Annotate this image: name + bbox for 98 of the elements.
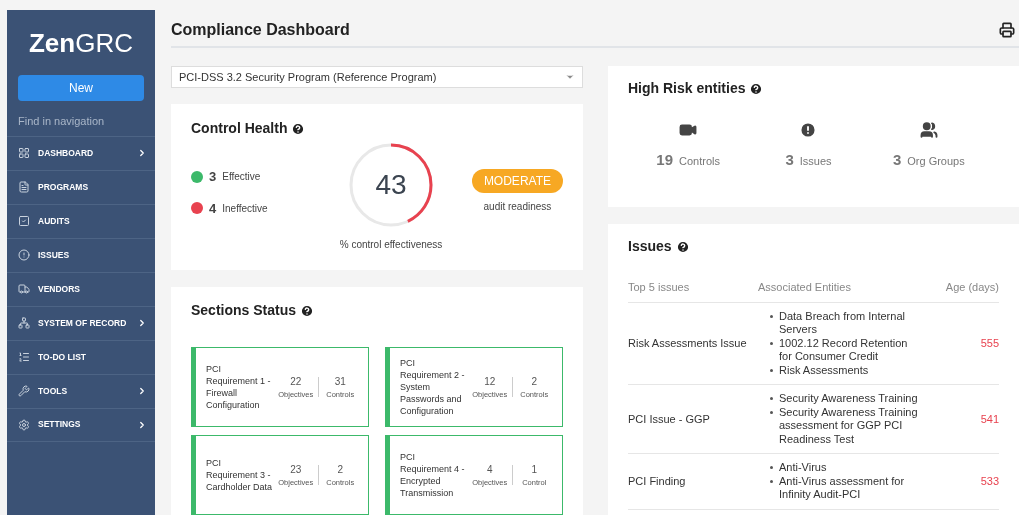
checkbox-icon [18, 215, 30, 227]
chevron-icon [137, 386, 147, 396]
wrench-icon [18, 385, 30, 397]
nav-item[interactable]: TOOLS [7, 373, 155, 408]
associated-entity: Data Breach from Internal Servers [779, 309, 906, 337]
issue-name: PCI Finding [628, 453, 758, 509]
associated-entity: Security Awareness Training assessment for GGP PCI Readiness Test [779, 405, 919, 446]
column-header: Associated Entities [758, 279, 940, 302]
associated-entity: Anti-Virus assessment for Infinity Audit-PCI [779, 474, 906, 502]
nav-item[interactable]: PROGRAMS [7, 169, 155, 204]
help-icon[interactable] [291, 121, 306, 136]
associated-entity: Risk Assessments [779, 363, 870, 377]
entity-label: Issues [799, 154, 832, 169]
exclamation-icon [18, 249, 30, 261]
controls-count: 2 [337, 462, 344, 477]
issue-name: Risk Assessments Issue [628, 302, 758, 385]
nav-label: SYSTEM OF RECORD [38, 316, 128, 330]
list-icon [18, 351, 30, 363]
column-header: Age (days) [939, 279, 999, 302]
nav-label: SETTINGS [38, 418, 82, 431]
nav-item[interactable]: AUDITS [7, 203, 155, 238]
entity-label: Org Groups [907, 154, 965, 169]
page-title: Compliance Dashboard [171, 20, 350, 40]
nav-item[interactable]: SYSTEM OF RECORD [7, 305, 155, 340]
card-title: High Risk entities [628, 79, 746, 98]
hierarchy-icon [18, 317, 30, 329]
grid-icon [18, 147, 30, 159]
section-name: PCI Requirement 3 - Cardholder Data [206, 457, 274, 493]
column-header: Top 5 issues [628, 279, 758, 302]
new-button[interactable]: New [18, 75, 144, 101]
objectives-count: 4 [486, 462, 493, 477]
issue-age: 555 [939, 302, 999, 385]
bullet-icon [770, 314, 773, 318]
nav-label: PROGRAMS [38, 180, 90, 194]
legend-count: 4 [209, 199, 217, 218]
readiness-badge: MODERATE [471, 169, 563, 193]
nav-item[interactable]: DASHBOARD [7, 135, 155, 170]
controls-count: 31 [334, 374, 346, 389]
gauge-value: 43 [375, 171, 407, 199]
card-title: Sections Status [191, 301, 297, 320]
bullet-icon [770, 368, 773, 372]
settings-icon [18, 418, 30, 431]
legend-count: 3 [209, 168, 217, 186]
nav-label: AUDITS [38, 214, 71, 228]
logo: ZenGRC [28, 27, 134, 60]
nav-label: TOOLS [38, 384, 69, 398]
bullet-icon [770, 410, 773, 414]
program-name: PCI-DSS 3.2 Security Program (Reference Program) [179, 69, 438, 85]
nav-item[interactable]: TO-DO LIST [7, 339, 155, 374]
bullet-icon [770, 397, 773, 400]
chevron-icon [137, 318, 147, 328]
bullet-icon [770, 341, 773, 345]
card-title: Issues [628, 237, 672, 256]
exclamation-icon [799, 121, 818, 139]
nav-label: ISSUES [38, 248, 71, 262]
legend-label: Ineffective [222, 201, 268, 216]
associated-entity: Anti-Virus [779, 461, 828, 475]
people-icon [919, 121, 938, 139]
entity-count: 19 [656, 150, 673, 170]
nav-label: VENDORS [38, 282, 82, 296]
controls-count: 1 [531, 462, 538, 477]
objectives-count: 12 [484, 374, 496, 389]
program-dropdown[interactable]: PCI-DSS 3.2 Security Program (Reference Program) [171, 66, 583, 88]
chevron-icon [137, 419, 147, 430]
document-icon [18, 181, 30, 193]
associated-entity: Security Awareness Training [779, 392, 919, 406]
card-title: Control Health [191, 119, 288, 138]
entity-label: Controls [679, 154, 720, 169]
gauge-caption: % control effectiveness [339, 238, 443, 252]
caret-icon [565, 72, 575, 82]
readiness-caption: audit readiness [483, 200, 552, 214]
issue-age: 541 [939, 384, 999, 454]
truck-icon [18, 283, 30, 295]
section-name: PCI Requirement 1 - Firewall Configuration [206, 363, 272, 411]
entity-count: 3 [892, 150, 902, 170]
nav-item[interactable]: SETTINGS [7, 407, 155, 442]
issue-age: 533 [939, 453, 999, 509]
bullet-icon [770, 466, 773, 469]
navigation-search-field[interactable]: Find in navigation [18, 113, 144, 130]
nav-item[interactable]: ISSUES [7, 237, 155, 272]
section-name: PCI Requirement 4 - Encrypted Transmission [400, 451, 466, 499]
objectives-count: 23 [290, 462, 302, 477]
bullet-icon [770, 479, 773, 483]
help-icon[interactable] [675, 239, 690, 254]
help-icon[interactable] [300, 303, 315, 318]
associated-entity: 1002.12 Record Retention for Consumer Credit [779, 336, 909, 364]
printer-icon[interactable] [999, 22, 1015, 38]
section-name: PCI Requirement 2 - System Passwords and Configuration [400, 357, 466, 417]
help-icon[interactable] [749, 81, 764, 96]
nav-label: DASHBOARD [38, 146, 95, 160]
legend-label: Effective [222, 170, 261, 185]
nav-label: TO-DO LIST [38, 350, 87, 364]
objectives-count: 22 [290, 374, 302, 389]
issue-name: PCI Issue - GGP [628, 384, 758, 454]
nav-item[interactable]: VENDORS [7, 271, 155, 306]
entity-count: 3 [785, 150, 794, 170]
controls-count: 2 [531, 374, 538, 389]
chevron-icon [137, 148, 147, 158]
